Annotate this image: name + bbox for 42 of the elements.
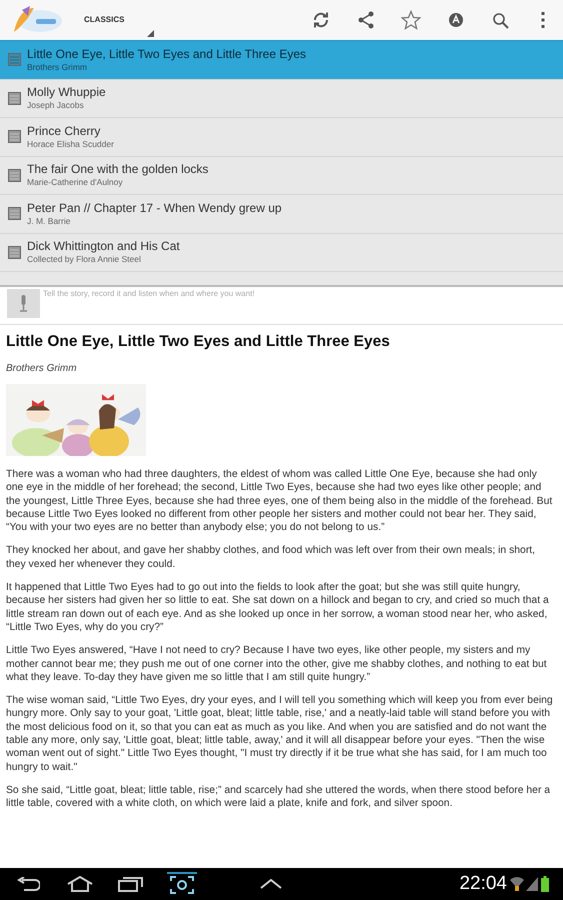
dropdown-triangle-icon [147,30,154,37]
story-paragraph: They knocked her about, and gave her shabby clothes, and food which was left over from their own meals; in short, they vexed her whenever they could. [6,544,536,572]
article-author: Brothers Grimm [6,362,77,376]
category-spinner[interactable]: CLASSICS [84,0,156,40]
book-icon [8,92,21,105]
story-row[interactable]: Dick Whittington and His Cat Collected by Flora Annie Steel [0,234,563,272]
story-row[interactable]: Molly Whuppie Joseph Jacobs [0,80,563,118]
screenshot-icon[interactable] [167,872,197,896]
article-title: Little One Eye, Little Two Eyes and Little Three Eyes [6,333,391,351]
story-row[interactable]: Little One Eye, Little Two Eyes and Little Three Eyes Brothers Grimm [0,41,563,80]
story-row[interactable]: The fair One with the golden locks Marie-Catherine d'Aulnoy [0,156,563,195]
story-title: Peter Pan // Chapter 17 - When Wendy grew up [27,200,282,216]
book-icon [8,246,21,259]
story-title: Prince Cherry [27,124,102,139]
story-paragraph: Little Two Eyes answered, “Have I not need to cry? Because I have two eyes, like other people, my sisters and my mother cannot bear me; they push me out of one corner into the other, give me shabby clothes, and nothing to eat but what they leave. To-day they have given me so little that I am still quite hungry.” [6,644,548,684]
book-icon [8,130,21,144]
signal-icon [526,877,538,891]
story-author: Joseph Jacobs [27,100,85,112]
story-title: Molly Whuppie [27,85,106,100]
story-author: Marie-Catherine d'Aulnoy [27,177,124,188]
wifi-icon [510,876,524,892]
story-author: Horace Elisha Scudder [27,138,114,150]
story-author: Brothers Grimm [27,62,88,73]
battery-icon [541,876,549,892]
category-label: CLASSICS [84,14,124,26]
book-icon [8,207,21,220]
home-icon[interactable] [65,873,95,895]
story-paragraph: It happened that Little Two Eyes had to go out into the fields to look after the goat; but she was still quite hungry, because her sisters had given her so little to eat. She sat down on a hillock and began to cry, and cried so much that a little stream ran down out of each eye. And as she looked up once in her sorrow, a woman stood near her, who asked, “Little Two Eyes, why do you cry?” [6,581,550,634]
microphone-icon [19,295,28,312]
story-author: Collected by Flora Annie Steel [27,254,142,266]
story-paragraph: There was a woman who had three daughters, the eldest of whom was called Little One Eye, because she had only one eye in the middle of her forehead; the second, Little Two Eyes, because she had two eyes like other people; and the youngest, Little Three Eyes, because she had three eyes, one of them being also in the middle of the forehead. But because Little Two Eyes looked no different from other people her sisters and mother could not bear her. They said, “You with your two eyes are no better than anybody else; you do not belong to us.” [6,468,554,534]
story-author: J. M. Barrie [27,216,72,227]
story-title: Dick Whittington and His Cat [27,239,180,254]
story-paragraph: The wise woman said, “Little Two Eyes, dry your eyes, and I will tell you something which will keep you from ever being hungry more. Only say to your goat, 'Little goat, bleat; little table, rise,' and a neatly-laid table will stand before you with the most delicious food on it, so that you can eat as much as you like. And when you are satisfied and do not want the table any more, only say, 'Little goat, bleat; little table, away,' and it will all disappear before your eyes. "Then the wise woman went out of sight." Little Two Eyes thought, "I must try directly if it be true what she has said, for I am much too hungry to wait." [6,694,554,774]
microphone-button[interactable] [7,289,40,318]
story-title: Little One Eye, Little Two Eyes and Little Three Eyes [27,46,306,62]
story-title: The fair One with the golden locks [27,162,208,178]
book-icon [8,168,21,182]
clock-time: 22:04 [459,872,507,896]
book-icon [8,53,21,66]
story-paragraph: So she said, “Little goat, bleat; little table, rise;” and scarcely had she uttered the words, when there stood before her a little table, covered with a white cloth, on which were laid a plate, knife and fork, and silver spoon. [6,784,552,811]
record-hint: Tell the story, record it and listen when and where you want! [43,289,255,299]
